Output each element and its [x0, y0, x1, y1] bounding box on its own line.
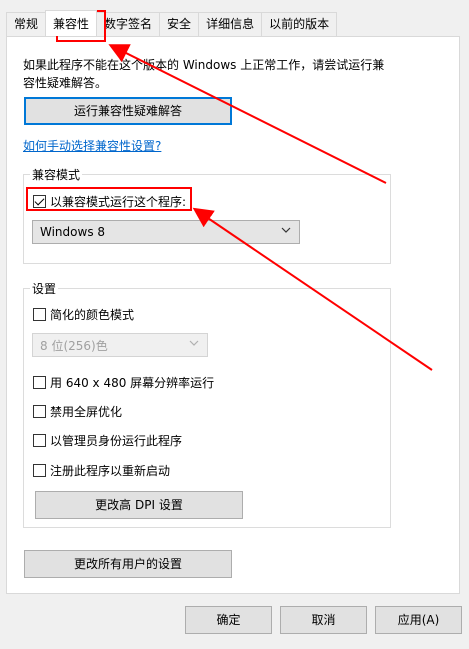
reduced-color-checkbox[interactable]	[33, 308, 46, 321]
tab-strip: 常规 兼容性 数字签名 安全 详细信息 以前的版本	[6, 10, 338, 36]
disable-fullscreen-label: 禁用全屏优化	[50, 405, 123, 419]
manual-settings-link[interactable]: 如何手动选择兼容性设置?	[23, 137, 161, 154]
run-as-admin-row[interactable]: 以管理员身份运行此程序	[33, 432, 182, 449]
register-restart-label: 注册此程序以重新启动	[50, 464, 171, 478]
tab-compatibility[interactable]: 兼容性	[45, 10, 98, 36]
tab-general[interactable]: 常规	[6, 12, 47, 36]
color-depth-value: 8 位(256)色	[40, 338, 108, 353]
disable-fullscreen-row[interactable]: 禁用全屏优化	[33, 403, 122, 420]
run-as-admin-label: 以管理员身份运行此程序	[50, 434, 183, 448]
compat-mode-checkbox[interactable]	[33, 195, 46, 208]
settings-title: 设置	[30, 280, 59, 297]
properties-dialog: 常规 兼容性 数字签名 安全 详细信息 以前的版本 如果此程序不能在这个版本的 …	[0, 0, 469, 649]
change-dpi-button[interactable]: 更改高 DPI 设置	[35, 491, 243, 519]
res-640-checkbox[interactable]	[33, 376, 46, 389]
res-640-row[interactable]: 用 640 x 480 屏幕分辨率运行	[33, 374, 214, 391]
compat-description: 如果此程序不能在这个版本的 Windows 上正常工作，请尝试运行兼容性疑难解答…	[23, 58, 385, 90]
tab-previous-versions[interactable]: 以前的版本	[261, 12, 338, 36]
apply-button[interactable]: 应用(A)	[375, 606, 462, 634]
run-as-admin-checkbox[interactable]	[33, 434, 46, 447]
register-restart-row[interactable]: 注册此程序以重新启动	[33, 462, 170, 479]
chevron-down-icon	[189, 340, 199, 346]
register-restart-checkbox[interactable]	[33, 464, 46, 477]
troubleshooter-button[interactable]: 运行兼容性疑难解答	[24, 97, 232, 125]
chevron-down-icon	[281, 227, 291, 233]
res-640-label: 用 640 x 480 屏幕分辨率运行	[50, 376, 215, 390]
tab-details[interactable]: 详细信息	[198, 12, 263, 36]
ok-button[interactable]: 确定	[185, 606, 272, 634]
reduced-color-label: 简化的颜色模式	[50, 308, 135, 322]
cancel-button[interactable]: 取消	[280, 606, 367, 634]
tab-digital-signatures[interactable]: 数字签名	[96, 12, 161, 36]
compat-mode-checkbox-label: 以兼容模式运行这个程序:	[50, 195, 187, 209]
change-all-users-button[interactable]: 更改所有用户的设置	[24, 550, 232, 578]
compat-mode-title: 兼容模式	[30, 166, 83, 183]
reduced-color-row[interactable]: 简化的颜色模式	[33, 306, 134, 323]
compat-mode-group	[23, 174, 391, 264]
disable-fullscreen-checkbox[interactable]	[33, 405, 46, 418]
compat-os-value: Windows 8	[40, 225, 106, 239]
compat-mode-checkbox-row[interactable]: 以兼容模式运行这个程序:	[33, 193, 186, 210]
compat-os-select[interactable]: Windows 8	[32, 220, 300, 244]
tab-security[interactable]: 安全	[159, 12, 200, 36]
color-depth-select[interactable]: 8 位(256)色	[32, 333, 208, 357]
